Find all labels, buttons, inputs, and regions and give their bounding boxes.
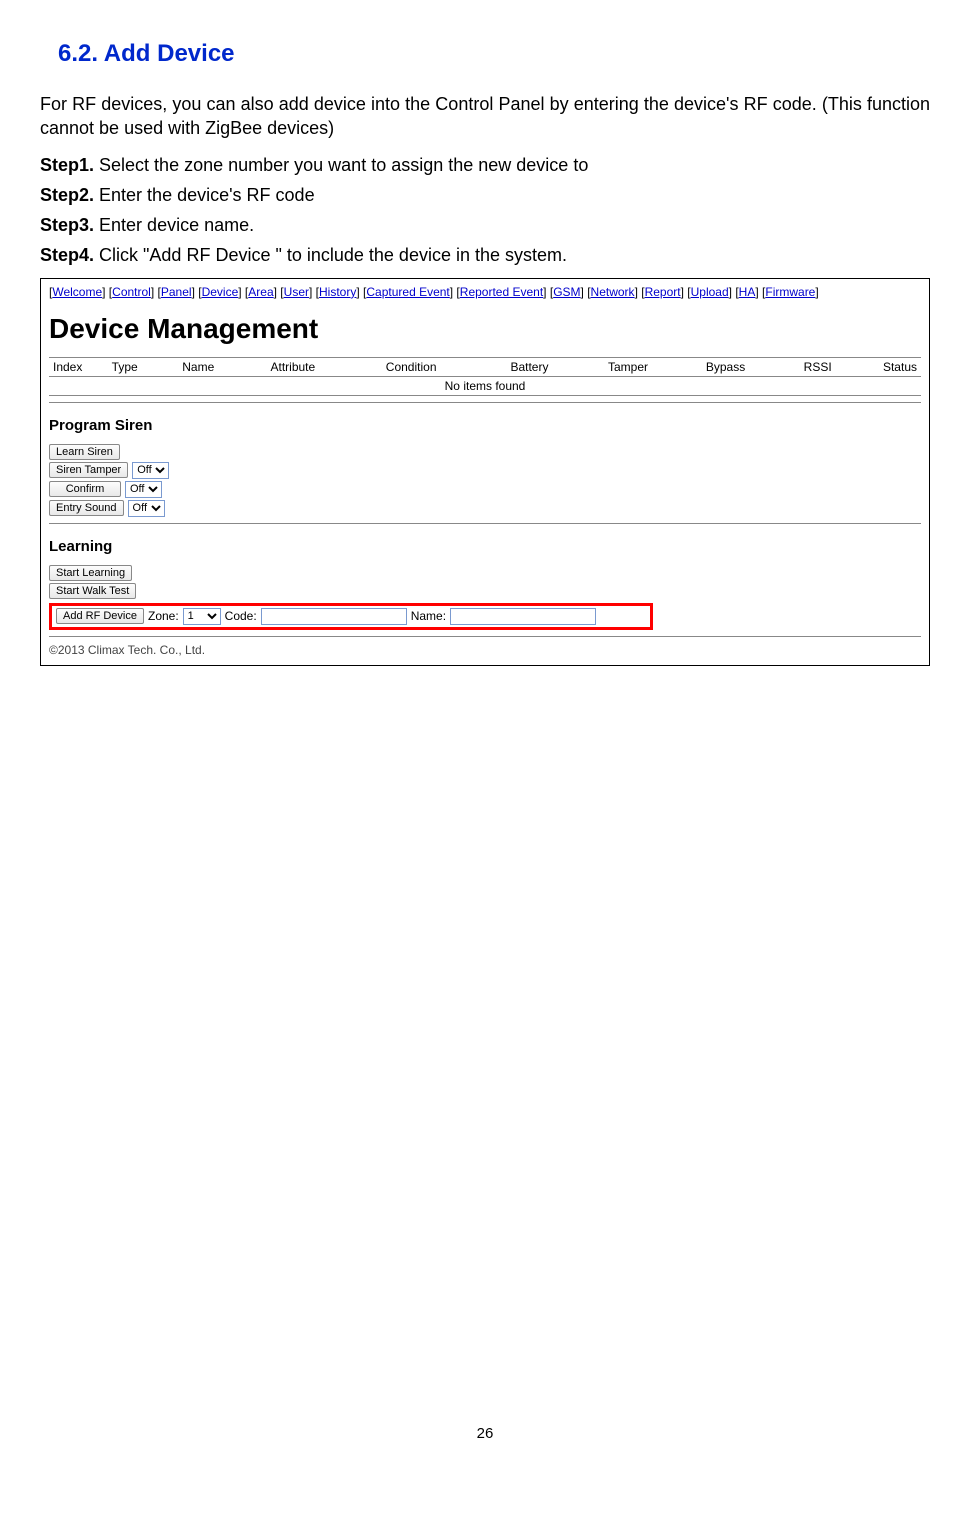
confirm-select[interactable]: Off [125, 481, 162, 498]
col-condition: Condition [382, 357, 507, 376]
col-attribute: Attribute [266, 357, 381, 376]
zone-label: Zone: [148, 609, 179, 623]
learning-heading: Learning [49, 538, 921, 555]
siren-tamper-button[interactable]: Siren Tamper [49, 462, 128, 478]
zone-select[interactable]: 1 [183, 608, 221, 625]
step-1: Step1. Select the zone number you want t… [40, 153, 930, 177]
col-battery: Battery [506, 357, 604, 376]
program-siren-heading: Program Siren [49, 417, 921, 434]
code-input[interactable] [261, 608, 407, 625]
start-walk-test-button[interactable]: Start Walk Test [49, 583, 136, 599]
nav-user[interactable]: User [284, 285, 309, 299]
page-number: 26 [0, 1425, 970, 1442]
nav-upload[interactable]: Upload [691, 285, 729, 299]
col-type: Type [108, 357, 179, 376]
add-rf-highlight: Add RF Device Zone: 1 Code: Name: [49, 603, 653, 630]
col-bypass: Bypass [702, 357, 800, 376]
code-label: Code: [225, 609, 257, 623]
nav-bar: [Welcome] [Control] [Panel] [Device] [Ar… [49, 285, 921, 299]
nav-captured-event[interactable]: Captured Event [366, 285, 449, 299]
device-table: Index Type Name Attribute Condition Batt… [49, 357, 921, 396]
confirm-button[interactable]: Confirm [49, 481, 121, 497]
entry-sound-select[interactable]: Off [128, 500, 165, 517]
copyright-text: ©2013 Climax Tech. Co., Ltd. [49, 643, 921, 657]
add-rf-device-button[interactable]: Add RF Device [56, 608, 144, 624]
siren-tamper-select[interactable]: Off [132, 462, 169, 479]
no-items-text: No items found [49, 376, 921, 395]
start-learning-button[interactable]: Start Learning [49, 565, 132, 581]
nav-ha[interactable]: HA [739, 285, 756, 299]
col-index: Index [49, 357, 108, 376]
col-name: Name [178, 357, 266, 376]
nav-reported-event[interactable]: Reported Event [460, 285, 543, 299]
name-input[interactable] [450, 608, 596, 625]
divider [49, 636, 921, 637]
nav-panel[interactable]: Panel [161, 285, 192, 299]
device-management-panel: [Welcome] [Control] [Panel] [Device] [Ar… [40, 278, 930, 666]
step-4: Step4. Click "Add RF Device " to include… [40, 243, 930, 267]
nav-firmware[interactable]: Firmware [765, 285, 815, 299]
nav-report[interactable]: Report [645, 285, 681, 299]
learn-siren-button[interactable]: Learn Siren [49, 444, 120, 460]
divider [49, 523, 921, 524]
name-label: Name: [411, 609, 446, 623]
nav-device[interactable]: Device [202, 285, 239, 299]
intro-text: For RF devices, you can also add device … [40, 92, 930, 141]
entry-sound-button[interactable]: Entry Sound [49, 500, 124, 516]
step-3: Step3. Enter device name. [40, 213, 930, 237]
divider [49, 402, 921, 403]
col-tamper: Tamper [604, 357, 702, 376]
section-title: 6.2. Add Device [58, 40, 930, 68]
col-status: Status [879, 357, 921, 376]
nav-network[interactable]: Network [591, 285, 635, 299]
nav-welcome[interactable]: Welcome [52, 285, 102, 299]
nav-control[interactable]: Control [112, 285, 151, 299]
page-title: Device Management [49, 313, 921, 345]
step-2: Step2. Enter the device's RF code [40, 183, 930, 207]
nav-area[interactable]: Area [248, 285, 273, 299]
nav-gsm[interactable]: GSM [553, 285, 580, 299]
nav-history[interactable]: History [319, 285, 356, 299]
col-rssi: RSSI [800, 357, 879, 376]
